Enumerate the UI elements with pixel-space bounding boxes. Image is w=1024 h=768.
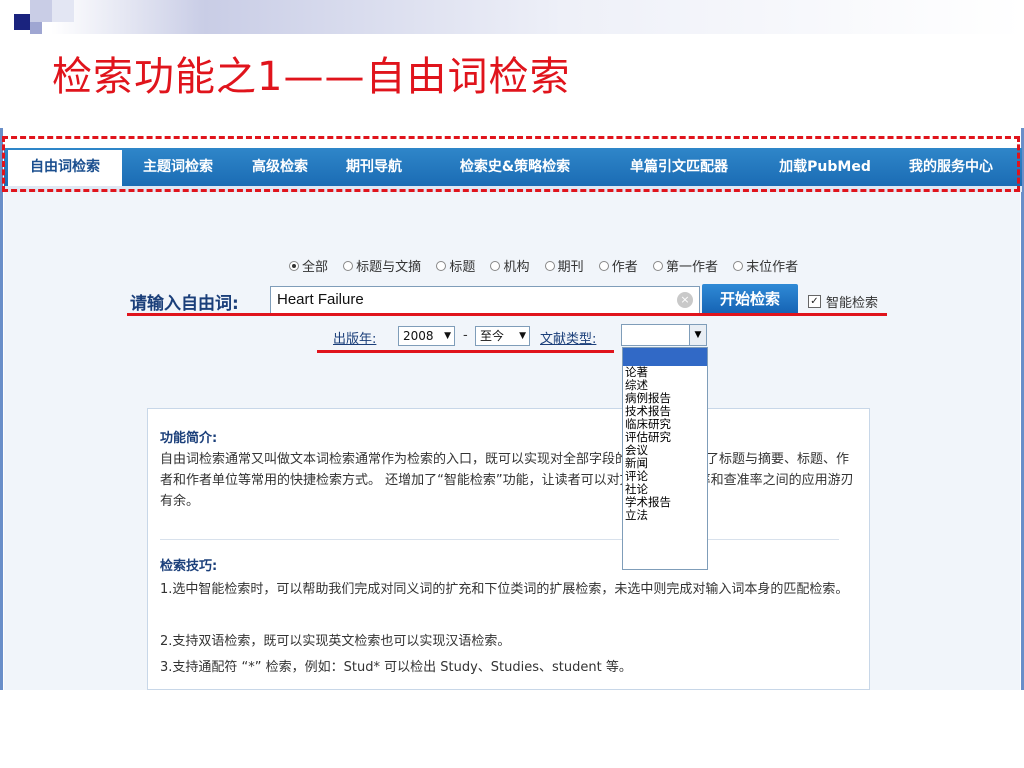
start-search-button[interactable]: 开始检索: [702, 284, 798, 315]
highlight-underline-filters: [317, 350, 614, 353]
year-dash: -: [463, 328, 468, 343]
nav-highlight-box: [2, 136, 1020, 192]
tip-1: 1.选中智能检索时，可以帮助我们完成对同义词的扩充和下位类词的扩展检索，未选中则…: [160, 582, 849, 597]
deco-square-light: [30, 0, 52, 22]
doc-type-select[interactable]: ▼: [621, 324, 707, 346]
radio-icon: [652, 260, 663, 271]
checkbox-checked-icon: ✓: [808, 295, 821, 308]
deco-square-mid: [52, 0, 74, 22]
radio-icon: [598, 260, 609, 271]
smart-search-checkbox[interactable]: ✓ 智能检索: [808, 292, 878, 311]
radio-icon: [343, 260, 354, 271]
radio-selected-icon: [289, 260, 299, 271]
radio-icon: [436, 260, 447, 271]
divider: [160, 539, 839, 540]
radio-icon: [733, 260, 744, 271]
dropdown-arrow-icon: ▼: [519, 331, 526, 341]
search-scope-group: 全部 标题与文摘 标题 机构 期刊 作者 第一作者 末位作者: [289, 256, 809, 275]
doc-type-label: 文献类型:: [540, 332, 597, 347]
help-box: 功能简介: 自由词检索通常又叫做文本词检索通常作为检索的入口，既可以实现对全部字…: [147, 408, 870, 690]
dropdown-arrow-icon: ▼: [444, 331, 451, 341]
search-query: Heart Failure: [277, 291, 364, 308]
intro-text: 自由词检索通常又叫做文本词检索通常作为检索的入口，既可以实现对全部字段的检索，还…: [160, 452, 854, 509]
screenshot-edge-left: [0, 128, 3, 690]
search-label: 请输入自由词:: [130, 294, 239, 314]
scope-title-abstract[interactable]: 标题与文摘: [343, 256, 421, 275]
scope-all[interactable]: 全部: [289, 256, 328, 275]
radio-icon: [490, 260, 501, 271]
year-to-select[interactable]: 至今 ▼: [475, 326, 530, 346]
scope-institution[interactable]: 机构: [490, 256, 529, 275]
year-label: 出版年:: [333, 332, 377, 347]
tip-2: 2.支持双语检索，既可以实现英文检索也可以实现汉语检索。: [160, 634, 511, 649]
slide-header-band: [0, 0, 1024, 34]
tips-title: 检索技巧:: [160, 559, 218, 574]
dropdown-item[interactable]: 立法: [623, 509, 707, 522]
tip-3: 3.支持通配符 “*” 检索，例如：Stud* 可以检出 Study、Studi…: [160, 660, 632, 675]
search-input[interactable]: Heart Failure ×: [270, 286, 700, 314]
scope-last-author[interactable]: 末位作者: [733, 256, 798, 275]
dropdown-item-empty[interactable]: [623, 348, 707, 366]
scope-journal[interactable]: 期刊: [544, 256, 584, 275]
scope-first-author[interactable]: 第一作者: [652, 256, 718, 275]
dropdown-arrow-icon[interactable]: ▼: [689, 325, 706, 345]
scope-title[interactable]: 标题: [436, 256, 475, 275]
deco-square-dark: [14, 14, 30, 30]
intro-title: 功能简介:: [160, 431, 218, 446]
radio-icon: [544, 260, 555, 271]
scope-author[interactable]: 作者: [598, 256, 638, 275]
year-from-select[interactable]: 2008 ▼: [398, 326, 455, 346]
doc-type-dropdown: 论著 综述 病例报告 技术报告 临床研究 评估研究 会议 新闻 评论 社论 学术…: [622, 347, 708, 570]
slide-title: 检索功能之1——自由词检索: [52, 54, 571, 100]
highlight-underline-search: [127, 313, 887, 316]
clear-icon[interactable]: ×: [677, 292, 693, 308]
deco-square-small: [30, 22, 42, 34]
